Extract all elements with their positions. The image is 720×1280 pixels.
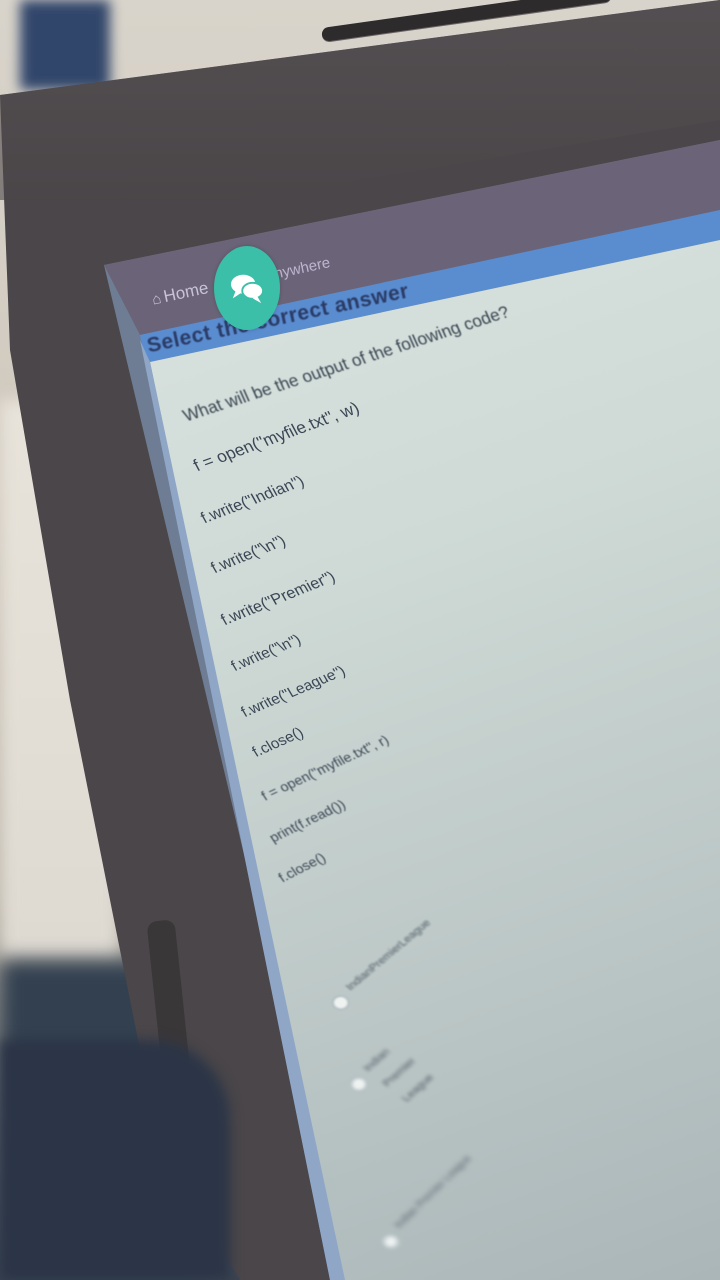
option-label-line: League: [399, 1072, 437, 1105]
background-curtain: [20, 0, 110, 90]
chat-bubbles-icon: [230, 274, 264, 304]
photo-scene: ⌂Homen Anywhere Select the correct answe…: [0, 0, 720, 1280]
foreground-sleeve: [0, 1040, 230, 1280]
chat-button[interactable]: [214, 246, 280, 330]
